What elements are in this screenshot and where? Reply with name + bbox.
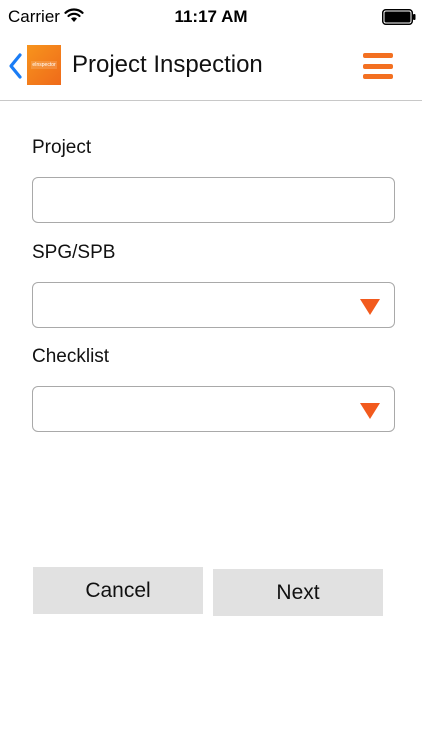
page-title: Project Inspection: [72, 51, 263, 78]
project-inspection-screen: Carrier 11:17 AM eInspector Project Insp…: [0, 0, 422, 750]
spg-spb-dropdown[interactable]: [32, 282, 395, 328]
battery-icon: [382, 9, 416, 25]
project-label: Project: [32, 137, 92, 158]
hamburger-menu-icon[interactable]: [363, 53, 393, 79]
project-field[interactable]: [32, 177, 395, 223]
spg-spb-label: SPG/SPB: [32, 242, 116, 263]
navigation-bar: eInspector Project Inspection: [0, 34, 422, 101]
next-button[interactable]: Next: [213, 569, 383, 616]
checklist-label: Checklist: [32, 346, 110, 367]
chevron-left-icon[interactable]: [6, 52, 24, 80]
app-logo-text: eInspector: [31, 61, 57, 69]
cancel-button[interactable]: Cancel: [33, 567, 203, 614]
triangle-down-icon[interactable]: [360, 299, 380, 315]
checklist-dropdown[interactable]: [32, 386, 395, 432]
triangle-down-icon[interactable]: [360, 403, 380, 419]
status-bar: Carrier 11:17 AM: [0, 0, 422, 34]
status-time: 11:17 AM: [174, 7, 248, 26]
app-logo: eInspector: [27, 45, 61, 85]
project-input[interactable]: [33, 178, 394, 222]
